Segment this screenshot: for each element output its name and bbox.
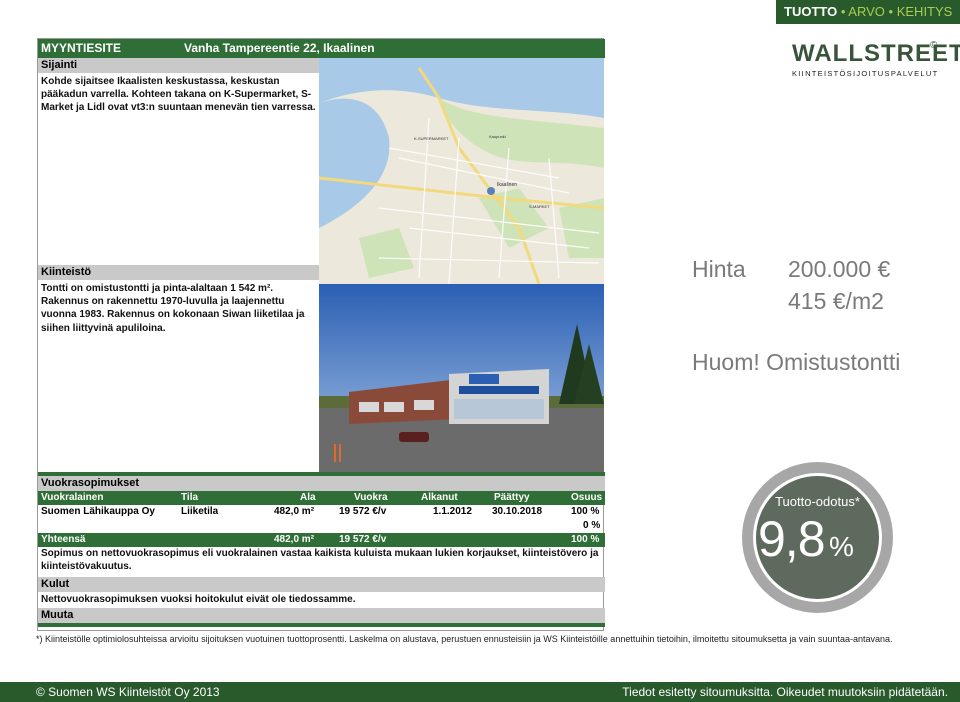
tagline-strip: TUOTTO • ARVO • KEHITYS <box>776 0 960 24</box>
yield-percent: % <box>828 531 854 562</box>
yield-number: 9,8 <box>758 511 826 567</box>
yield-value: 9,8 % <box>758 510 854 568</box>
tagline-sep: • <box>840 4 846 19</box>
divider <box>38 623 605 627</box>
logo-subtitle: KIINTEISTÖSIJOITUSPALVELUT <box>792 69 939 78</box>
property-address: Vanha Tampereentie 22, Ikaalinen <box>184 41 375 55</box>
col-alkanut: Alkanut <box>421 492 458 503</box>
col-osuus: Osuus <box>571 492 603 503</box>
cell-share: 100 % <box>571 506 600 517</box>
map-label: Kaupunki <box>489 134 506 139</box>
cell-tenant: Suomen Lähikauppa Oy <box>41 506 155 517</box>
table-row: 0 % <box>38 519 605 533</box>
footnote: *) Kiinteistölle optimiolosuhteissa arvi… <box>36 634 893 644</box>
price-value: 200.000 € <box>788 256 891 282</box>
cell-share-empty: 0 % <box>583 520 601 531</box>
col-vuokralainen: Vuokralainen <box>41 492 104 503</box>
logo-registered: © <box>930 40 938 51</box>
disclaimer: Tiedot esitetty sitoumuksitta. Oikeudet … <box>622 685 948 699</box>
location-map: Ikaalinen S-MARKET K-SUPERMARKET Kaupunk… <box>319 58 604 284</box>
sales-brochure: MYYNTIESITE Vanha Tampereentie 22, Ikaal… <box>37 38 605 631</box>
col-tila: Tila <box>181 492 199 503</box>
map-label: S-MARKET <box>529 204 550 209</box>
cell-rent: 19 572 €/v <box>339 506 387 517</box>
cell-area: 482,0 m² <box>274 506 315 517</box>
tagline-kehitys: KEHITYS <box>896 4 953 19</box>
brochure-type: MYYNTIESITE <box>41 41 122 55</box>
property-photo <box>319 284 604 472</box>
tagline-sep: • <box>888 4 894 19</box>
total-label: Yhteensä <box>41 534 86 545</box>
map-label: K-SUPERMARKET <box>414 136 449 141</box>
top-bar: TUOTTO • ARVO • KEHITYS <box>0 0 960 24</box>
sijainti-text: Kohde sijaitsee Ikaalisten keskustassa, … <box>41 76 316 114</box>
copyright: © Suomen WS Kiinteistöt Oy 2013 <box>36 685 220 699</box>
yield-label: Tuotto-odotus* <box>775 494 860 509</box>
table-header: Vuokralainen Tila Ala Vuokra Alkanut Pää… <box>38 491 605 505</box>
cell-space: Liiketila <box>181 506 219 517</box>
price-label: Hinta <box>692 256 746 282</box>
section-muuta: Muuta <box>38 608 605 623</box>
section-sijainti: Sijainti <box>38 58 319 73</box>
cell-end: 30.10.2018 <box>492 506 543 517</box>
total-rent: 19 572 €/v <box>339 534 387 545</box>
wallstreet-logo: WALLSTREET © KIINTEISTÖSIJOITUSPALVELUT <box>792 40 960 82</box>
sopimus-text: Sopimus on nettovuokrasopimus eli vuokra… <box>41 548 599 573</box>
col-vuokra: Vuokra <box>354 492 388 503</box>
tagline-arvo: ARVO <box>848 4 885 19</box>
kiinteisto-text: Tontti on omistustontti ja pinta-alaltaa… <box>41 283 305 334</box>
section-kulut: Kulut <box>38 577 605 592</box>
col-paattyy: Päättyy <box>494 492 530 503</box>
map-label: Ikaalinen <box>497 182 517 188</box>
cell-start: 1.1.2012 <box>433 506 472 517</box>
col-ala: Ala <box>300 492 316 503</box>
logo-main: WALLSTREET <box>792 40 960 67</box>
section-kiinteisto: Kiinteistö <box>38 265 319 280</box>
price-per-m2: 415 €/m2 <box>788 288 884 314</box>
table-total-row: Yhteensä 482,0 m² 19 572 €/v 100 % <box>38 533 605 547</box>
table-row: Suomen Lähikauppa Oy Liiketila 482,0 m² … <box>38 505 605 519</box>
total-share: 100 % <box>571 534 600 545</box>
ownership-note: Huom! Omistustontti <box>692 349 901 375</box>
kulut-text: Nettovuokrasopimuksen vuoksi hoitokulut … <box>41 594 356 605</box>
section-vuokrasopimukset: Vuokrasopimukset <box>38 476 605 491</box>
total-area: 482,0 m² <box>274 534 315 545</box>
tagline-tuotto: TUOTTO <box>784 4 838 19</box>
brochure-header: MYYNTIESITE Vanha Tampereentie 22, Ikaal… <box>38 39 605 58</box>
footer: © Suomen WS Kiinteistöt Oy 2013 Tiedot e… <box>0 682 960 702</box>
